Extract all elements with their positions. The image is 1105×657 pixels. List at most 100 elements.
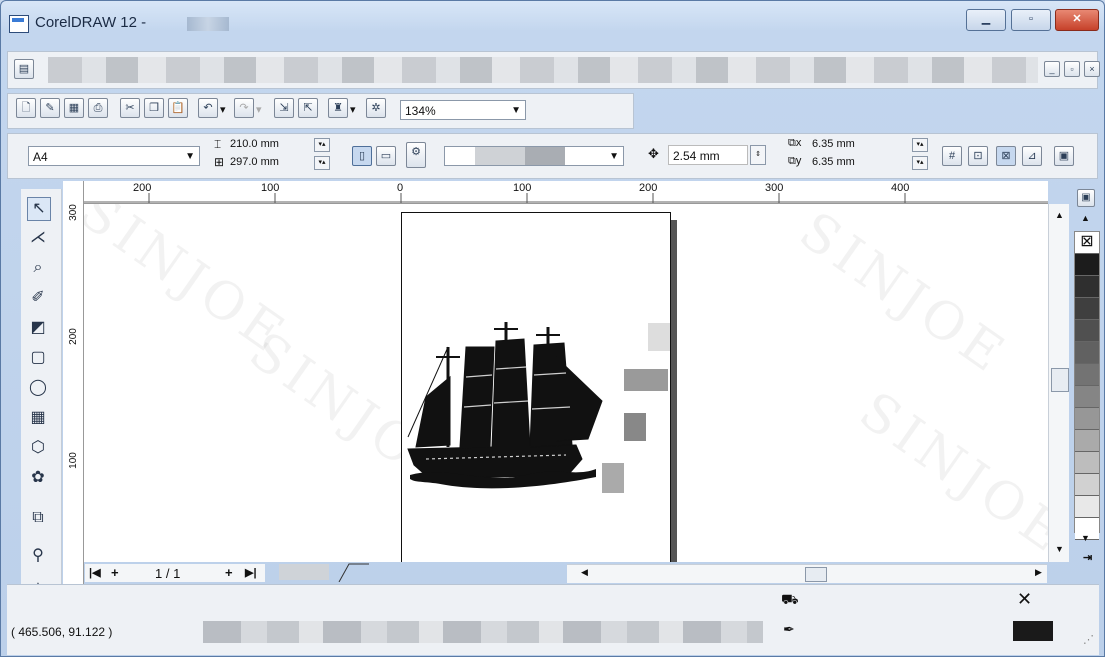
- eyedropper-tool-icon[interactable]: ⚲: [27, 545, 49, 567]
- maximize-button[interactable]: ▫: [1011, 9, 1051, 31]
- width-spin-icon[interactable]: ▾▴: [314, 138, 330, 152]
- drawing-page[interactable]: [401, 212, 671, 562]
- color-swatch[interactable]: [1075, 276, 1099, 298]
- minimize-button[interactable]: ▁: [966, 9, 1006, 31]
- coreldraw-app-icon[interactable]: [9, 15, 29, 33]
- height-spin-icon[interactable]: ▾▴: [314, 156, 330, 170]
- nudge-field[interactable]: 2.54 mm: [668, 145, 748, 165]
- dup-x-spin-icon[interactable]: ▾▴: [912, 138, 928, 152]
- last-page-button[interactable]: ▶|: [245, 566, 257, 579]
- palette-scroll-down-icon[interactable]: ▼: [1081, 533, 1090, 543]
- color-swatch[interactable]: [1075, 452, 1099, 474]
- copy-icon[interactable]: ❐: [144, 98, 164, 118]
- vertical-scroll-thumb[interactable]: [1051, 368, 1069, 392]
- export-icon[interactable]: ⇱: [298, 98, 318, 118]
- landscape-button[interactable]: ▭: [376, 146, 396, 166]
- text-tool-icon[interactable]: ✿: [27, 467, 49, 489]
- vertical-ruler[interactable]: 300 200 100: [63, 181, 84, 589]
- ellipse-tool-icon[interactable]: ◯: [27, 377, 49, 399]
- duplicate-y-field[interactable]: 6.35 mm: [812, 156, 855, 168]
- horizontal-scrollbar[interactable]: ◀ ▶: [567, 564, 1047, 583]
- vertical-scrollbar[interactable]: ▲ ▼: [1048, 204, 1069, 562]
- graph-paper-tool-icon[interactable]: ▦: [27, 407, 49, 429]
- drawing-canvas[interactable]: SINJOE SINJOE SINJOE SINJOE: [84, 204, 1048, 562]
- horizontal-scroll-thumb[interactable]: [805, 567, 827, 582]
- zoom-tool-icon[interactable]: ⌕: [27, 257, 49, 279]
- palette-scroll-up-icon[interactable]: ▲: [1081, 213, 1090, 223]
- paper-size-select[interactable]: A4 ▼: [28, 146, 200, 166]
- snap-grid-icon[interactable]: #: [942, 146, 962, 166]
- basic-shapes-tool-icon[interactable]: ⬡: [27, 437, 49, 459]
- cut-icon[interactable]: ✂: [120, 98, 140, 118]
- rectangle-tool-icon[interactable]: ▢: [27, 347, 49, 369]
- ruler-h-label: 100: [261, 182, 280, 194]
- color-swatch[interactable]: [1075, 386, 1099, 408]
- launcher-dropdown-icon[interactable]: ▾: [350, 103, 356, 116]
- scroll-right-icon[interactable]: ▶: [1035, 567, 1042, 578]
- scroll-left-icon[interactable]: ◀: [581, 567, 588, 578]
- insert-page-after-button[interactable]: +: [225, 565, 233, 580]
- color-swatch[interactable]: [1075, 430, 1099, 452]
- options-icon[interactable]: ▣: [1054, 146, 1074, 166]
- sailing-ship-image[interactable]: [406, 317, 606, 497]
- nudge-spin-icon[interactable]: ⇕: [750, 145, 766, 165]
- palette-flyout-icon[interactable]: ▣: [1073, 189, 1099, 209]
- scroll-up-icon[interactable]: ▲: [1055, 210, 1064, 220]
- close-button[interactable]: ✕: [1055, 9, 1099, 31]
- document-icon[interactable]: ▤: [14, 59, 34, 79]
- scroll-down-icon[interactable]: ▼: [1055, 544, 1064, 554]
- snap-objects-icon[interactable]: ⊠: [996, 146, 1016, 166]
- doc-restore-button[interactable]: ▫: [1064, 61, 1080, 77]
- pick-tool-icon[interactable]: ↖: [27, 197, 51, 221]
- horizontal-ruler[interactable]: 200 100 0 100 200 300 400: [63, 181, 1048, 204]
- interactive-blend-tool-icon[interactable]: ⧉: [27, 507, 49, 529]
- color-swatch[interactable]: [1075, 254, 1099, 276]
- dynamic-guides-icon[interactable]: ⊿: [1022, 146, 1042, 166]
- color-swatch[interactable]: [1075, 474, 1099, 496]
- paper-height-field[interactable]: 297.0 mm: [230, 156, 279, 168]
- redo-icon[interactable]: ↷: [234, 98, 254, 118]
- resize-grip-icon[interactable]: ⋰: [1083, 633, 1094, 646]
- dup-y-spin-icon[interactable]: ▾▴: [912, 156, 928, 170]
- smart-fill-tool-icon[interactable]: ◩: [27, 317, 49, 339]
- first-page-button[interactable]: |◀: [89, 566, 101, 579]
- zoom-combo[interactable]: 134% ▼: [400, 100, 526, 120]
- palette-end-icon[interactable]: ⇥: [1083, 551, 1092, 564]
- color-swatch[interactable]: [1075, 364, 1099, 386]
- ruler-v-label: 200: [67, 328, 79, 345]
- color-swatch[interactable]: [1075, 496, 1099, 518]
- color-swatch[interactable]: [1075, 408, 1099, 430]
- duplicate-y-icon: ⧉y: [788, 155, 802, 167]
- doc-minimize-button[interactable]: _: [1044, 61, 1060, 77]
- no-fill-indicator-icon[interactable]: ✕: [1017, 589, 1032, 610]
- page-tab[interactable]: [269, 562, 369, 582]
- color-swatch[interactable]: [1075, 298, 1099, 320]
- undo-dropdown-icon[interactable]: ▾: [220, 103, 226, 116]
- import-icon[interactable]: ⇲: [274, 98, 294, 118]
- welcome-screen-icon[interactable]: ✲: [366, 98, 386, 118]
- paste-icon[interactable]: 📋: [168, 98, 188, 118]
- freehand-tool-icon[interactable]: ✐: [27, 287, 49, 309]
- redo-dropdown-icon[interactable]: ▾: [256, 103, 262, 116]
- palette-menu-icon[interactable]: ▣: [1077, 189, 1095, 207]
- snap-guidelines-icon[interactable]: ⊡: [968, 146, 988, 166]
- open-icon[interactable]: ✎: [40, 98, 60, 118]
- save-icon[interactable]: ▦: [64, 98, 84, 118]
- page-options-icon[interactable]: ⚙: [406, 142, 426, 168]
- color-swatch[interactable]: [1075, 320, 1099, 342]
- no-color-swatch[interactable]: ⊠: [1075, 232, 1099, 254]
- print-icon[interactable]: ⎙: [88, 98, 108, 118]
- color-swatch[interactable]: [1075, 342, 1099, 364]
- paper-width-field[interactable]: 210.0 mm: [230, 138, 279, 150]
- doc-close-button[interactable]: ×: [1084, 61, 1100, 77]
- outline-color-swatch[interactable]: [1013, 621, 1053, 641]
- units-select[interactable]: ▼: [444, 146, 624, 166]
- duplicate-x-field[interactable]: 6.35 mm: [812, 138, 855, 150]
- application-launcher-icon[interactable]: ♜: [328, 98, 348, 118]
- title-bar[interactable]: CorelDRAW 12 - ▁ ▫ ✕: [1, 1, 1104, 47]
- insert-page-before-button[interactable]: +: [111, 565, 119, 580]
- undo-icon[interactable]: ↶: [198, 98, 218, 118]
- shape-tool-icon[interactable]: ⋌: [27, 227, 49, 249]
- portrait-button[interactable]: ▯: [352, 146, 372, 166]
- new-document-icon[interactable]: 🗋: [16, 98, 36, 118]
